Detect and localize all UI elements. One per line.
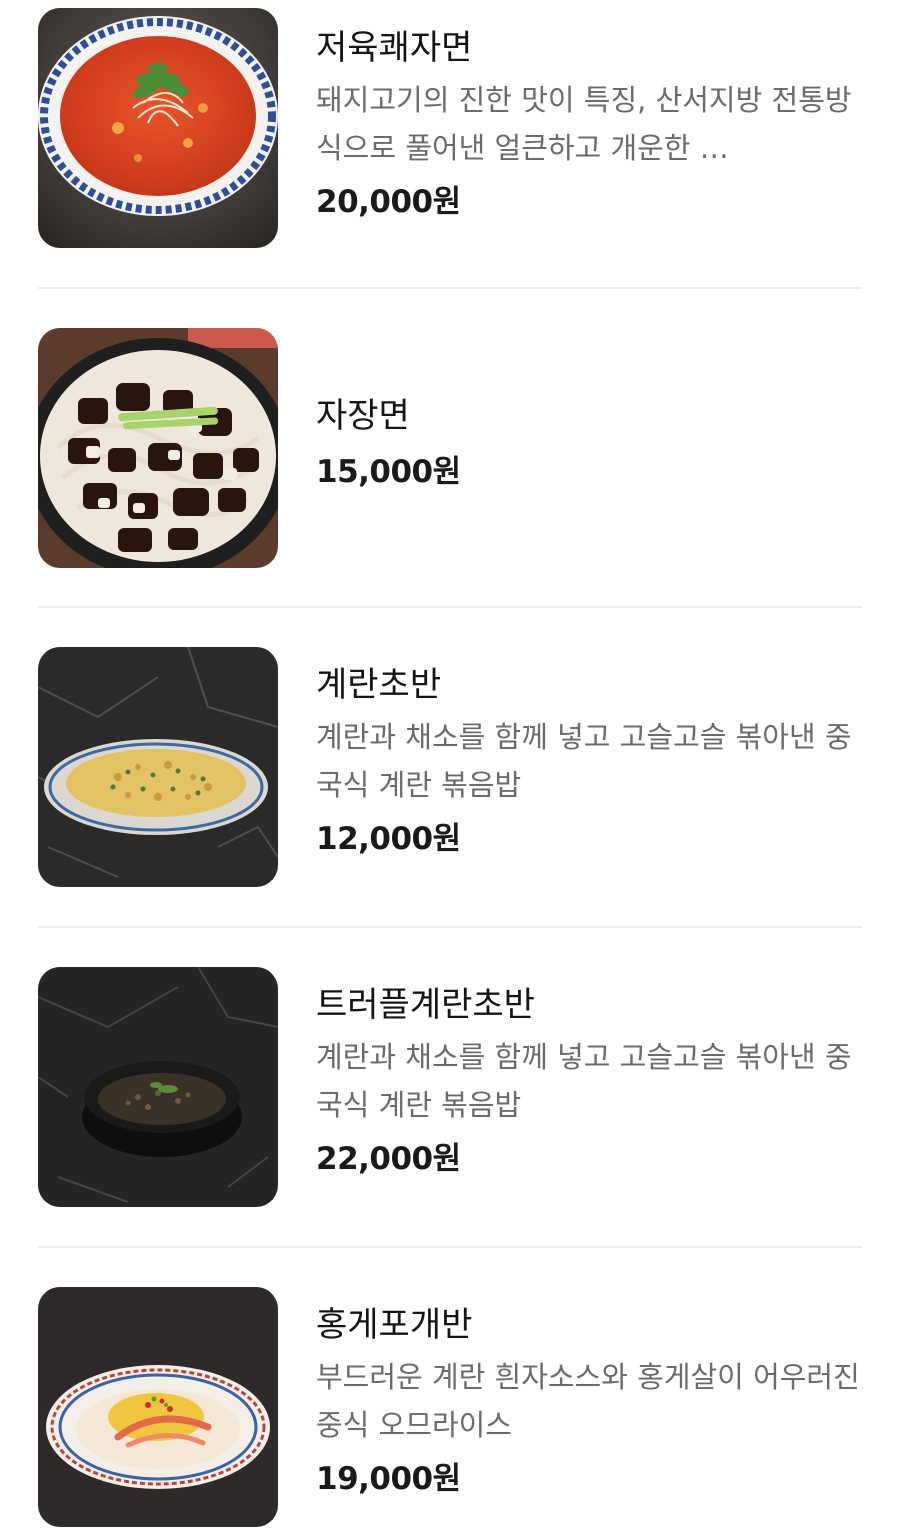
menu-item-jajangmyeon[interactable]: 자장면 15,000원	[38, 328, 862, 568]
menu-item-price: 12,000원	[316, 821, 461, 857]
menu-item-truffle-gyeran-choban[interactable]: 트러플계란초반 계란과 채소를 함께 넣고 고슬고슬 볶아낸 중국식 계란 볶음…	[38, 967, 862, 1207]
menu-item-info: 자장면 15,000원	[316, 394, 862, 494]
menu-item-name: 계란초반	[316, 665, 442, 705]
menu-item-name: 홍게포개반	[316, 1305, 473, 1345]
menu-item-info: 저육쾌자면 돼지고기의 진한 맛이 특징, 산서지방 전통방식으로 풀어낸 얼큰…	[316, 26, 862, 224]
menu-item-price: 20,000원	[316, 184, 461, 220]
menu-item-description: 부드러운 계란 흰자소스와 홍게살이 어우러진 중식 오므라이스	[316, 1360, 860, 1442]
menu-item-gyeran-choban[interactable]: 계란초반 계란과 채소를 함께 넣고 고슬고슬 볶아낸 중국식 계란 볶음밥 1…	[38, 647, 862, 887]
menu-item-name: 저육쾌자면	[316, 28, 473, 68]
truffle-fried-rice-photo	[38, 967, 278, 1207]
menu-item-info: 홍게포개반 부드러운 계란 흰자소스와 홍게살이 어우러진 중식 오므라이스 1…	[316, 1303, 862, 1501]
spicy-pork-noodle-photo	[38, 8, 278, 248]
menu-item-jeoyuk-kwaejamyeon[interactable]: 저육쾌자면 돼지고기의 진한 맛이 특징, 산서지방 전통방식으로 풀어낸 얼큰…	[38, 8, 862, 248]
menu-item-description: 돼지고기의 진한 맛이 특징, 산서지방 전통방식으로 풀어낸 얼큰하고 개운한…	[316, 83, 852, 165]
divider	[38, 287, 862, 289]
divider	[38, 1246, 862, 1248]
egg-fried-rice-photo	[38, 647, 278, 887]
divider	[38, 606, 862, 608]
menu-item-info: 트러플계란초반 계란과 채소를 함께 넣고 고슬고슬 볶아낸 중국식 계란 볶음…	[316, 983, 862, 1181]
menu-item-info: 계란초반 계란과 채소를 함께 넣고 고슬고슬 볶아낸 중국식 계란 볶음밥 1…	[316, 663, 862, 861]
menu-item-price: 15,000원	[316, 454, 461, 490]
menu-item-name: 자장면	[316, 396, 410, 436]
jajangmyeon-photo	[38, 328, 278, 568]
menu-item-price: 19,000원	[316, 1461, 461, 1497]
crab-omelet-rice-photo	[38, 1287, 278, 1527]
menu-item-description: 계란과 채소를 함께 넣고 고슬고슬 볶아낸 중국식 계란 볶음밥	[316, 720, 852, 802]
menu-item-honggye-pogaeban[interactable]: 홍게포개반 부드러운 계란 흰자소스와 홍게살이 어우러진 중식 오므라이스 1…	[38, 1287, 862, 1527]
menu-item-name: 트러플계란초반	[316, 985, 535, 1025]
menu-list: 저육쾌자면 돼지고기의 진한 맛이 특징, 산서지방 전통방식으로 풀어낸 얼큰…	[0, 0, 900, 1539]
divider	[38, 926, 862, 928]
menu-item-description: 계란과 채소를 함께 넣고 고슬고슬 볶아낸 중국식 계란 볶음밥	[316, 1040, 852, 1122]
menu-item-price: 22,000원	[316, 1141, 461, 1177]
